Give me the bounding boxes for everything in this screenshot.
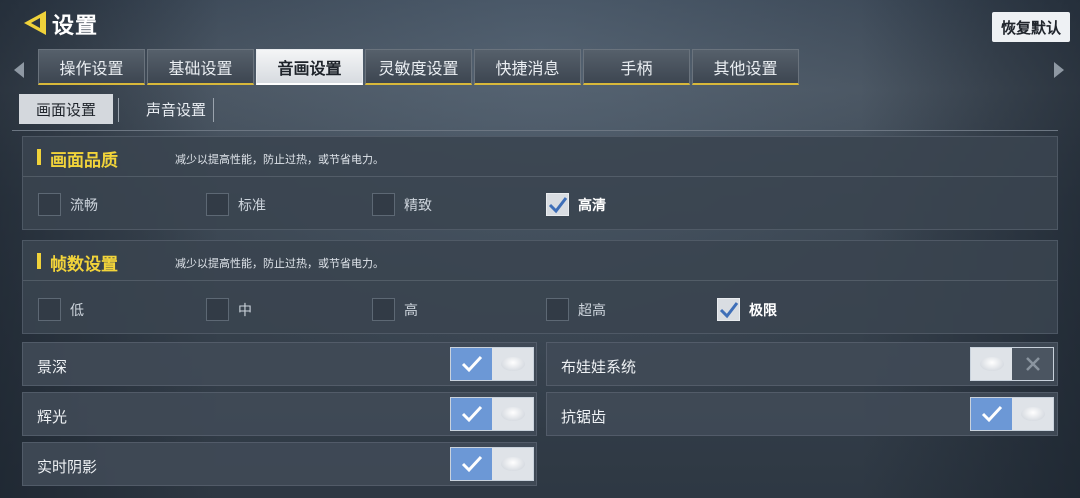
- checkbox-checked[interactable]: [717, 298, 740, 321]
- checkmark-icon: [719, 301, 738, 318]
- framerate-option-ultra[interactable]: 超高: [546, 298, 606, 321]
- checkbox[interactable]: [372, 298, 395, 321]
- toggle-check: [971, 398, 1012, 430]
- checkmark-icon: [461, 405, 482, 423]
- toggle-knob: [492, 348, 533, 380]
- toggle-row-depth-of-field: 景深: [22, 342, 537, 386]
- toggle-knob: [1012, 398, 1053, 430]
- quality-panel-header: 画面品质 减少以提高性能，防止过热，或节省电力。: [23, 137, 1057, 177]
- framerate-option-low[interactable]: 低: [38, 298, 84, 321]
- back-button[interactable]: [18, 6, 52, 40]
- option-label: 高: [404, 302, 418, 319]
- toggle-label: 实时阴影: [37, 458, 98, 476]
- toggle-label: 布娃娃系统: [561, 358, 637, 376]
- quality-option-fine[interactable]: 精致: [372, 193, 432, 216]
- option-label: 极限: [749, 302, 777, 319]
- option-label: 精致: [404, 197, 432, 214]
- tab-other[interactable]: 其他设置: [692, 49, 799, 85]
- tab-audio-video[interactable]: 音画设置: [256, 49, 363, 85]
- bloom-toggle[interactable]: [450, 397, 534, 431]
- option-label: 高清: [578, 197, 606, 214]
- checkbox-checked[interactable]: [546, 193, 569, 216]
- tab-controller[interactable]: 手柄: [583, 49, 690, 85]
- option-label: 标准: [238, 197, 266, 214]
- framerate-description: 减少以提高性能，防止过热，或节省电力。: [175, 257, 384, 270]
- subtab-sound[interactable]: 声音设置: [130, 94, 222, 124]
- framerate-option-medium[interactable]: 中: [206, 298, 252, 321]
- chevron-left-icon: [14, 62, 24, 78]
- toggle-check: [451, 448, 492, 480]
- page-title: 设置: [52, 14, 99, 39]
- toggle-row-realtime-shadow: 实时阴影: [22, 442, 537, 486]
- ragdoll-toggle[interactable]: [970, 347, 1054, 381]
- section-marker: [37, 149, 41, 165]
- quality-description: 减少以提高性能，防止过热，或节省电力。: [175, 153, 384, 166]
- section-marker: [37, 253, 41, 269]
- checkbox[interactable]: [546, 298, 569, 321]
- main-tabs: 操作设置 基础设置 音画设置 灵敏度设置 快捷消息 手柄 其他设置: [38, 49, 799, 85]
- close-icon: [1025, 357, 1040, 371]
- subtab-divider: [213, 98, 214, 122]
- toggle-row-anti-aliasing: 抗锯齿: [546, 392, 1058, 436]
- checkbox[interactable]: [206, 298, 229, 321]
- option-label: 流畅: [70, 197, 98, 214]
- toggle-row-bloom: 辉光: [22, 392, 537, 436]
- checkbox[interactable]: [372, 193, 395, 216]
- tab-quick-message[interactable]: 快捷消息: [474, 49, 581, 85]
- checkbox[interactable]: [206, 193, 229, 216]
- checkmark-icon: [461, 455, 482, 473]
- chevron-right-icon: [1054, 62, 1064, 78]
- tab-sensitivity[interactable]: 灵敏度设置: [365, 49, 472, 85]
- toggle-row-ragdoll: 布娃娃系统: [546, 342, 1058, 386]
- realtime-shadow-toggle[interactable]: [450, 447, 534, 481]
- quality-title: 画面品质: [50, 151, 118, 171]
- framerate-option-high[interactable]: 高: [372, 298, 418, 321]
- tab-scroll-right[interactable]: [1050, 58, 1068, 82]
- toggle-label: 景深: [37, 358, 68, 376]
- toggle-check: [451, 398, 492, 430]
- reset-default-button[interactable]: 恢复默认: [992, 12, 1070, 42]
- anti-aliasing-toggle[interactable]: [970, 397, 1054, 431]
- back-triangle-icon: [24, 11, 46, 35]
- option-label: 中: [238, 302, 252, 319]
- quality-option-smooth[interactable]: 流畅: [38, 193, 98, 216]
- quality-option-standard[interactable]: 标准: [206, 193, 266, 216]
- framerate-option-extreme[interactable]: 极限: [717, 298, 777, 321]
- toggle-label: 抗锯齿: [561, 408, 607, 426]
- tab-operation[interactable]: 操作设置: [38, 49, 145, 85]
- toggle-close: [1012, 348, 1053, 380]
- framerate-panel-header: 帧数设置 减少以提高性能，防止过热，或节省电力。: [23, 241, 1057, 281]
- sub-tab-bar: 画面设置 声音设置: [12, 89, 1058, 131]
- tab-scroll-left[interactable]: [10, 58, 28, 82]
- quality-panel: 画面品质 减少以提高性能，防止过热，或节省电力。 流畅 标准 精致 高清: [22, 136, 1058, 230]
- depth-of-field-toggle[interactable]: [450, 347, 534, 381]
- toggle-label: 辉光: [37, 408, 68, 426]
- toggle-knob: [492, 398, 533, 430]
- toggle-knob: [971, 348, 1012, 380]
- checkmark-icon: [548, 196, 567, 213]
- framerate-title: 帧数设置: [50, 255, 118, 275]
- subtab-divider: [118, 98, 119, 122]
- checkmark-icon: [461, 355, 482, 373]
- checkbox[interactable]: [38, 298, 61, 321]
- quality-option-hd[interactable]: 高清: [546, 193, 606, 216]
- option-label: 低: [70, 302, 84, 319]
- checkbox[interactable]: [38, 193, 61, 216]
- checkmark-icon: [981, 405, 1002, 423]
- toggle-check: [451, 348, 492, 380]
- tab-basic[interactable]: 基础设置: [147, 49, 254, 85]
- option-label: 超高: [578, 302, 606, 319]
- subtab-display[interactable]: 画面设置: [19, 94, 113, 124]
- toggle-knob: [492, 448, 533, 480]
- framerate-panel: 帧数设置 减少以提高性能，防止过热，或节省电力。 低 中 高 超高 极限: [22, 240, 1058, 334]
